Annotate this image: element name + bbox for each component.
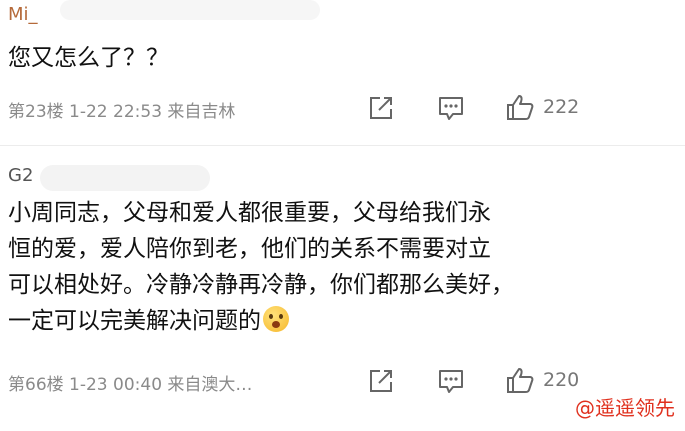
- comment-1-text: 您又怎么了？？: [8, 45, 169, 71]
- comment-icon: [437, 368, 465, 394]
- comment-2-text: 小周同志，父母和爱人都很重要，父母给我们永 恒的爱，爱人陪你到老，他们的关系不需…: [8, 195, 668, 339]
- watermark: @遥遥领先: [575, 396, 675, 420]
- comment-2-reply-button[interactable]: [437, 368, 465, 394]
- blurred-avatar-area: [40, 165, 210, 191]
- thumbs-up-icon: [505, 93, 535, 121]
- comment-2-username[interactable]: G2: [8, 165, 33, 186]
- comment-2-share-button[interactable]: [368, 368, 394, 394]
- comment-2-line: 恒的爱，爱人陪你到老，他们的关系不需要对立: [8, 236, 491, 262]
- comment-2-like-button[interactable]: 220: [505, 366, 579, 394]
- comment-2-last-line: 一定可以完美解决问题的: [8, 303, 668, 339]
- comment-2-like-count: 220: [543, 369, 580, 391]
- comment-1-like-button[interactable]: 222: [505, 93, 579, 121]
- blurred-avatar-area: [60, 0, 320, 20]
- worried-face-emoji-icon: [263, 306, 289, 332]
- comment-2-line: 小周同志，父母和爱人都很重要，父母给我们永: [8, 200, 491, 226]
- comment-icon: [437, 95, 465, 121]
- comment-1-share-button[interactable]: [368, 95, 394, 121]
- comment-1-username[interactable]: Mi_: [8, 4, 38, 25]
- comment-divider: [0, 145, 685, 146]
- comment-2-meta: 第66楼 1-23 00:40 来自澳大…: [8, 375, 253, 395]
- thumbs-up-icon: [505, 366, 535, 394]
- share-icon: [368, 368, 394, 394]
- comment-2-line: 一定可以完美解决问题的: [8, 308, 261, 334]
- comment-1-like-count: 222: [543, 96, 580, 118]
- comment-2-line: 可以相处好。冷静冷静再冷静，你们都那么美好，: [8, 272, 514, 298]
- share-icon: [368, 95, 394, 121]
- comment-1-reply-button[interactable]: [437, 95, 465, 121]
- comment-1-meta: 第23楼 1-22 22:53 来自吉林: [8, 102, 236, 122]
